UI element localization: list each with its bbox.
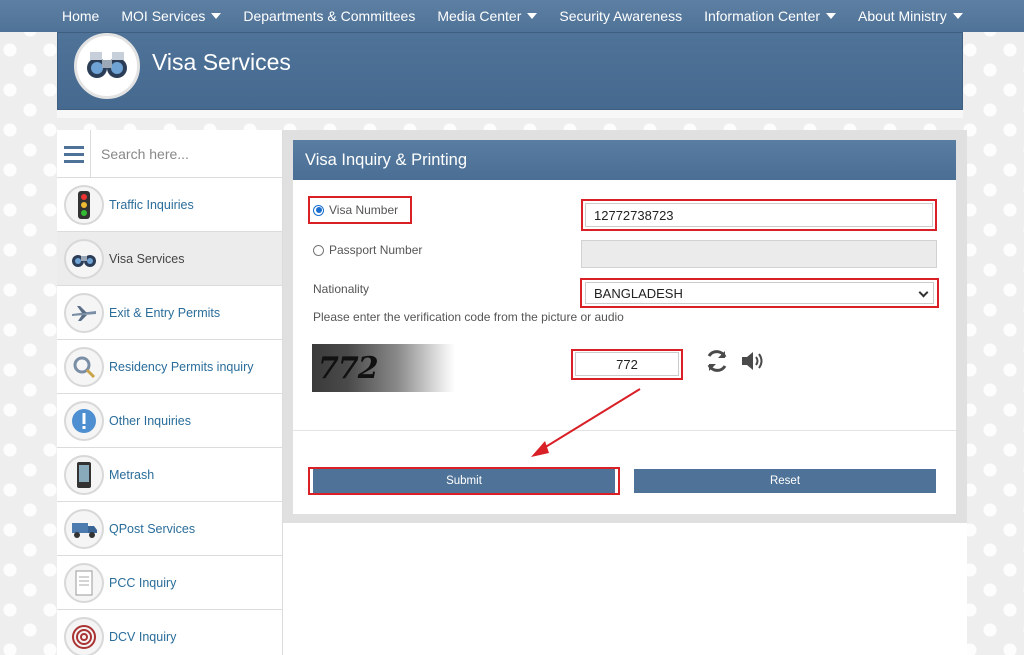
visa-number-label: Visa Number [329, 203, 399, 217]
nav-moi-services[interactable]: MOI Services [121, 8, 222, 24]
sidebar-item-qpost-services[interactable]: QPost Services [57, 502, 282, 556]
sidebar-item-metrash[interactable]: Metrash [57, 448, 282, 502]
submit-button[interactable]: Submit [313, 469, 615, 493]
nav-departments-label: Departments & Committees [243, 8, 416, 24]
sidebar: Traffic Inquiries Visa Services Exit & E… [57, 130, 283, 655]
captcha-image-text: 772 [318, 350, 379, 386]
passport-number-option[interactable]: Passport Number [313, 243, 422, 257]
airplane-icon [64, 292, 104, 333]
sidebar-item-label: Traffic Inquiries [109, 197, 194, 212]
sidebar-item-label: Exit & Entry Permits [109, 305, 221, 320]
sidebar-item-other-inquiries[interactable]: Other Inquiries [57, 394, 282, 448]
top-nav: Home MOI Services Departments & Committe… [0, 0, 1024, 32]
nav-about-ministry[interactable]: About Ministry [858, 8, 963, 24]
exclamation-icon [64, 400, 104, 441]
caret-down-icon [527, 13, 538, 19]
fingerprint-icon [64, 616, 104, 655]
sidebar-item-label: Other Inquiries [109, 413, 191, 428]
phone-icon [64, 454, 104, 495]
passport-number-label: Passport Number [329, 243, 423, 257]
sidebar-item-label: Visa Services [109, 251, 185, 266]
nav-security-awareness[interactable]: Security Awareness [559, 8, 682, 24]
nav-about-ministry-label: About Ministry [858, 8, 947, 24]
visa-number-option[interactable]: Visa Number [313, 203, 398, 217]
magnifier-icon [64, 346, 104, 387]
sidebar-search-bar [57, 130, 282, 178]
visa-number-radio[interactable] [313, 204, 324, 216]
nav-information-center-label: Information Center [704, 8, 821, 24]
hamburger-menu-icon[interactable] [57, 130, 91, 178]
sidebar-item-visa-services[interactable]: Visa Services [57, 232, 282, 286]
banner-strip [57, 110, 963, 118]
nav-moi-services-label: MOI Services [121, 8, 206, 24]
delivery-truck-icon [64, 508, 104, 549]
nav-home[interactable]: Home [62, 8, 99, 24]
verification-instruction: Please enter the verification code from … [313, 310, 624, 324]
binoculars-icon [64, 238, 104, 279]
visa-number-field[interactable]: 12772738723 [585, 203, 933, 227]
sidebar-item-label: PCC Inquiry [109, 575, 177, 590]
arrow-annotation [531, 388, 641, 457]
visa-inquiry-card: Visa Inquiry & Printing Visa Number 1277… [293, 140, 956, 514]
caret-down-icon [826, 13, 837, 19]
binoculars-icon [74, 33, 140, 99]
nav-media-center[interactable]: Media Center [437, 8, 538, 24]
chevron-down-icon [918, 287, 929, 298]
sidebar-item-dcv-inquiry[interactable]: DCV Inquiry [57, 610, 282, 655]
nationality-value: BANGLADESH [594, 285, 683, 301]
captcha-image: 772 [312, 344, 455, 392]
passport-number-field[interactable] [581, 240, 937, 268]
nav-information-center[interactable]: Information Center [704, 8, 837, 24]
sidebar-item-residency-permits[interactable]: Residency Permits inquiry [57, 340, 282, 394]
caret-down-icon [952, 13, 963, 19]
nav-media-center-label: Media Center [437, 8, 522, 24]
caret-down-icon [211, 13, 222, 19]
sidebar-item-label: QPost Services [109, 521, 196, 536]
speaker-icon[interactable] [740, 349, 766, 378]
traffic-light-icon [64, 184, 104, 225]
visa-number-value: 12772738723 [594, 207, 674, 223]
page-banner: Visa Services [57, 32, 963, 110]
sidebar-item-label: Residency Permits inquiry [109, 359, 254, 374]
nationality-select[interactable]: BANGLADESH [585, 282, 934, 304]
passport-number-radio[interactable] [313, 244, 324, 256]
sidebar-item-label: DCV Inquiry [109, 629, 177, 644]
refresh-icon[interactable] [704, 348, 730, 379]
sidebar-item-exit-entry-permits[interactable]: Exit & Entry Permits [57, 286, 282, 340]
page-title: Visa Services [152, 49, 291, 75]
sidebar-item-label: Metrash [109, 467, 155, 482]
main-panel-lower [283, 523, 967, 655]
nav-security-awareness-label: Security Awareness [559, 8, 683, 24]
nav-departments[interactable]: Departments & Committees [243, 8, 415, 24]
captcha-input[interactable]: 772 [575, 352, 679, 376]
document-icon [64, 562, 104, 603]
captcha-value: 772 [616, 356, 638, 372]
sidebar-item-pcc-inquiry[interactable]: PCC Inquiry [57, 556, 282, 610]
sidebar-item-traffic-inquiries[interactable]: Traffic Inquiries [57, 178, 282, 232]
reset-button[interactable]: Reset [634, 469, 936, 493]
search-input[interactable] [91, 130, 282, 177]
card-header: Visa Inquiry & Printing [293, 140, 956, 180]
nav-home-label: Home [62, 8, 100, 24]
nationality-label: Nationality [313, 282, 370, 296]
